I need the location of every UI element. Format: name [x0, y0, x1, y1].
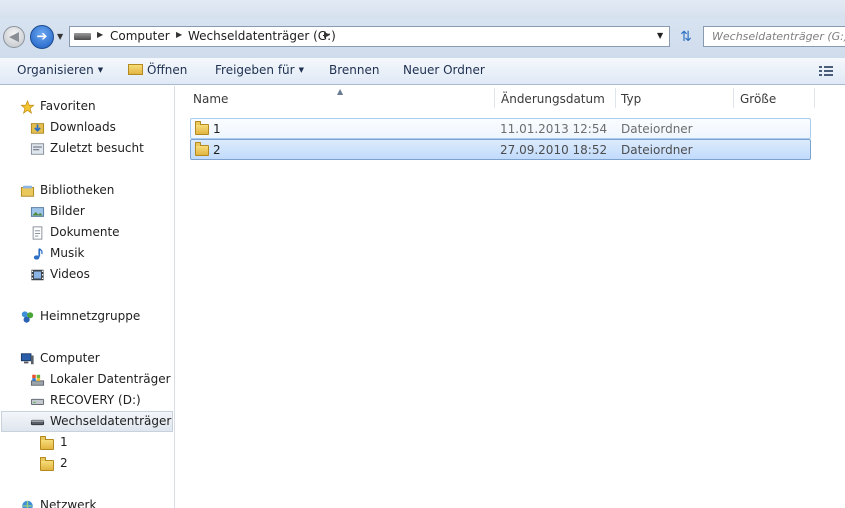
- folder-icon: [40, 436, 54, 450]
- address-dropdown-icon[interactable]: ▼: [657, 31, 663, 40]
- nav-computer[interactable]: Computer: [20, 351, 100, 365]
- new-folder-button[interactable]: Neuer Ordner: [403, 63, 485, 77]
- removable-drive-icon: [30, 419, 45, 426]
- column-divider[interactable]: [615, 88, 616, 108]
- share-label: Freigeben für: [215, 63, 295, 77]
- nav-label: Videos: [50, 267, 90, 281]
- forward-arrow-icon: ➔: [36, 29, 48, 45]
- views-icon[interactable]: [818, 64, 834, 78]
- refresh-icon[interactable]: ⇅: [675, 27, 697, 47]
- search-placeholder: Wechseldatenträger (G:) du: [712, 30, 845, 43]
- nav-label: Heimnetzgruppe: [40, 309, 141, 323]
- star-icon: [20, 100, 35, 114]
- nav-label: 2: [60, 456, 68, 470]
- folder-icon: [195, 121, 209, 135]
- sort-ascending-icon: ▲: [337, 87, 344, 96]
- nav-recent[interactable]: Zuletzt besucht: [30, 141, 144, 155]
- nav-label: Favoriten: [40, 99, 96, 113]
- nav-label: Zuletzt besucht: [50, 141, 144, 155]
- libraries-icon: [20, 185, 35, 197]
- history-dropdown-icon[interactable]: ▼: [57, 32, 63, 41]
- folder-icon: [195, 142, 209, 156]
- organize-button[interactable]: Organisieren ▼: [17, 63, 103, 77]
- chevron-down-icon: ▼: [298, 66, 304, 74]
- nav-homegroup[interactable]: Heimnetzgruppe: [21, 309, 141, 323]
- column-divider[interactable]: [814, 88, 815, 108]
- nav-label: Computer: [40, 351, 100, 365]
- table-row[interactable]: 2 27.09.2010 18:52 Dateiordner: [190, 139, 811, 160]
- organize-label: Organisieren: [17, 63, 94, 77]
- nav-pictures[interactable]: Bilder: [30, 204, 85, 218]
- nav-videos[interactable]: Videos: [31, 267, 90, 281]
- nav-folder-2[interactable]: 2: [40, 456, 68, 471]
- nav-label: Downloads: [50, 120, 116, 134]
- nav-label: Bilder: [50, 204, 85, 218]
- nav-downloads[interactable]: Downloads: [30, 120, 116, 134]
- column-header-name[interactable]: Name: [193, 92, 228, 106]
- recent-places-icon: [30, 143, 45, 155]
- column-header-type[interactable]: Typ: [621, 92, 641, 106]
- pictures-icon: [30, 207, 45, 217]
- share-button[interactable]: Freigeben für ▼: [215, 63, 304, 77]
- chevron-right-icon[interactable]: ▶: [176, 30, 182, 39]
- command-bar: Organisieren ▼ Öffnen Freigeben für ▼ Bren…: [0, 58, 845, 85]
- back-button[interactable]: ◀: [3, 26, 25, 48]
- nav-label: Dokumente: [50, 225, 120, 239]
- open-label: Öffnen: [147, 63, 188, 77]
- network-icon: [22, 500, 33, 508]
- nav-folder-1[interactable]: 1: [40, 435, 68, 450]
- chevron-right-icon[interactable]: ▶: [97, 30, 103, 39]
- file-name: 1: [213, 122, 221, 136]
- folder-icon: [40, 457, 54, 471]
- nav-documents[interactable]: Dokumente: [32, 225, 120, 240]
- videos-icon: [31, 269, 44, 281]
- column-header-date[interactable]: Änderungsdatum: [501, 92, 605, 106]
- burn-button[interactable]: Brennen: [329, 63, 379, 77]
- nav-label: Bibliotheken: [40, 183, 115, 197]
- breadcrumb-removable-drive[interactable]: Wechseldatenträger (G:): [188, 29, 336, 43]
- folder-open-icon: [128, 64, 143, 75]
- computer-icon: [20, 353, 34, 365]
- nav-local-disk[interactable]: Lokaler Datenträger (C:): [30, 372, 174, 386]
- chevron-down-icon: ▼: [97, 66, 104, 74]
- music-icon: [33, 248, 43, 260]
- breadcrumb-computer[interactable]: Computer: [110, 29, 170, 43]
- file-date: 11.01.2013 12:54: [500, 122, 608, 136]
- nav-label: Musik: [50, 246, 85, 260]
- file-list: ▲ Name Änderungsdatum Typ Größe 1 11.01.…: [176, 86, 845, 508]
- nav-recovery[interactable]: RECOVERY (D:): [30, 393, 141, 407]
- column-divider[interactable]: [733, 88, 734, 108]
- nav-label: Lokaler Datenträger (C:): [50, 372, 174, 386]
- file-type: Dateiordner: [621, 122, 693, 136]
- forward-button[interactable]: ➔: [30, 25, 54, 49]
- nav-removable-drive[interactable]: Wechseldatenträger (G:): [30, 414, 174, 428]
- file-type: Dateiordner: [621, 143, 693, 157]
- file-date: 27.09.2010 18:52: [500, 143, 608, 157]
- column-header-size[interactable]: Größe: [740, 92, 776, 106]
- homegroup-icon: [21, 311, 34, 323]
- nav-libraries[interactable]: Bibliotheken: [20, 183, 115, 197]
- back-arrow-icon: ◀: [9, 29, 19, 45]
- drive-icon: [74, 33, 91, 40]
- search-input[interactable]: Wechseldatenträger (G:) du: [703, 26, 845, 47]
- nav-label: RECOVERY (D:): [50, 393, 141, 407]
- nav-label: Netzwerk: [40, 498, 97, 508]
- drive-icon: [30, 398, 45, 405]
- nav-favorites[interactable]: Favoriten: [20, 99, 96, 114]
- column-divider[interactable]: [494, 88, 495, 108]
- title-strip: [0, 0, 845, 18]
- nav-music[interactable]: Musik: [33, 246, 85, 260]
- address-field[interactable]: ▶ Computer ▶ Wechseldatenträger (G:) ▶ ▼: [69, 26, 670, 47]
- documents-icon: [32, 226, 43, 240]
- file-name: 2: [213, 143, 221, 157]
- downloads-icon: [30, 123, 45, 134]
- navigation-pane: Favoriten Downloads Zuletzt besucht Bibl…: [0, 86, 175, 508]
- nav-label: Wechseldatenträger (G:): [50, 414, 174, 428]
- nav-label: 1: [60, 435, 68, 449]
- system-drive-icon: [30, 374, 45, 386]
- nav-network[interactable]: Netzwerk: [22, 498, 97, 508]
- table-row[interactable]: 1 11.01.2013 12:54 Dateiordner: [190, 118, 811, 139]
- chevron-right-icon[interactable]: ▶: [324, 30, 330, 39]
- open-button[interactable]: Öffnen: [128, 63, 187, 77]
